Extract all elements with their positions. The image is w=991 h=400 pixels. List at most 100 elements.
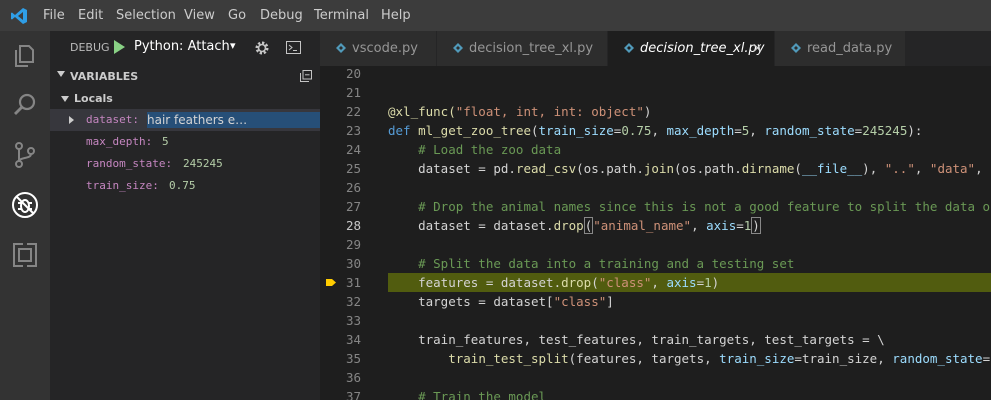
line-number[interactable]: 28 bbox=[320, 216, 361, 235]
locals-scope[interactable]: Locals bbox=[50, 88, 320, 110]
debug-sidebar: DEBUG Python: Attach ▾ VARIABLES Locals … bbox=[50, 31, 320, 400]
variable-value: 5 bbox=[162, 135, 169, 148]
explorer-icon[interactable] bbox=[11, 41, 39, 69]
debug-config-select[interactable]: Python: Attach bbox=[134, 39, 230, 54]
tab-label: vscode.py bbox=[352, 41, 418, 56]
code-token: join bbox=[643, 161, 674, 176]
collapse-all-icon[interactable] bbox=[300, 70, 312, 82]
line-number[interactable]: 23 bbox=[320, 121, 361, 140]
line-number[interactable]: 30 bbox=[320, 254, 361, 273]
chevron-down-icon[interactable]: ▾ bbox=[230, 39, 236, 52]
variable-row-random-state[interactable]: random_state: 245245 bbox=[50, 153, 320, 175]
menu-selection[interactable]: Selection bbox=[116, 8, 176, 23]
code-line[interactable]: 28 dataset = dataset.drop("animal_name",… bbox=[320, 216, 991, 235]
line-number[interactable]: 33 bbox=[320, 311, 361, 330]
chevron-right-icon[interactable] bbox=[69, 116, 74, 124]
code-token: train_features, test_features, train_tar… bbox=[388, 332, 885, 347]
code-token: ml_get_zoo_tree bbox=[418, 123, 531, 138]
current-execution-arrow-icon bbox=[326, 279, 336, 286]
line-number[interactable]: 25 bbox=[320, 159, 361, 178]
tab-label: decision_tree_xl.py bbox=[640, 41, 765, 56]
debug-icon[interactable] bbox=[11, 191, 39, 219]
code-token: , bbox=[651, 275, 667, 290]
code-line[interactable]: 31 features = dataset.drop("class", axis… bbox=[320, 273, 991, 292]
debug-console-icon[interactable] bbox=[286, 41, 301, 54]
menu-bar: File Edit Selection View Go Debug Termin… bbox=[0, 0, 991, 31]
line-number[interactable]: 37 bbox=[320, 387, 361, 400]
code-line[interactable]: 37 # Train the model bbox=[320, 387, 991, 400]
code-token: def bbox=[388, 123, 419, 138]
tab-vscode-py[interactable]: vscode.py bbox=[320, 31, 437, 66]
code-line[interactable]: 20 bbox=[320, 66, 991, 83]
code-token: , bbox=[975, 161, 983, 176]
code-line[interactable]: 27 # Drop the animal names since this is… bbox=[320, 197, 991, 216]
code-line[interactable]: 35 train_test_split(features, targets, t… bbox=[320, 349, 991, 368]
gear-icon[interactable] bbox=[254, 40, 270, 56]
variable-row-max-depth[interactable]: max_depth: 5 bbox=[50, 131, 320, 153]
code-line[interactable]: 34 train_features, test_features, train_… bbox=[320, 330, 991, 349]
line-number[interactable]: 35 bbox=[320, 349, 361, 368]
line-number[interactable]: 36 bbox=[320, 368, 361, 387]
python-file-icon bbox=[336, 43, 346, 53]
line-number[interactable]: 34 bbox=[320, 330, 361, 349]
code-line[interactable]: 26 bbox=[320, 178, 991, 197]
code-line[interactable]: 30 # Split the data into a training and … bbox=[320, 254, 991, 273]
line-number[interactable]: 21 bbox=[320, 83, 361, 102]
menu-edit[interactable]: Edit bbox=[78, 8, 103, 23]
code-line[interactable]: 24 # Load the zoo data bbox=[320, 140, 991, 159]
line-number[interactable]: 20 bbox=[320, 66, 361, 83]
code-editor[interactable]: 20 21 22 @xl_func("float, int, int: object"… bbox=[320, 66, 991, 400]
start-debugging-icon[interactable] bbox=[114, 40, 125, 54]
code-line[interactable]: 23 def ml_get_zoo_tree(train_size = 0.75, m… bbox=[320, 121, 991, 140]
line-number[interactable]: 29 bbox=[320, 235, 361, 254]
code-line[interactable]: 36 bbox=[320, 368, 991, 387]
code-token: train_size bbox=[538, 123, 614, 138]
code-line[interactable]: 33 bbox=[320, 311, 991, 330]
code-token: random_state bbox=[892, 351, 983, 366]
code-token: = bbox=[734, 123, 742, 138]
variables-section-title: VARIABLES bbox=[70, 70, 139, 83]
code-line[interactable]: 22 @xl_func("float, int, int: object") bbox=[320, 102, 991, 121]
variable-row-dataset[interactable]: dataset: hair feathers e… bbox=[50, 109, 320, 131]
source-control-icon[interactable] bbox=[11, 141, 39, 169]
code-token: random_state bbox=[764, 123, 855, 138]
variable-row-train-size[interactable]: train_size: 0.75 bbox=[50, 175, 320, 197]
code-line[interactable]: 29 bbox=[320, 235, 991, 254]
code-text: targets = dataset["class"] bbox=[388, 292, 614, 311]
line-number[interactable]: 26 bbox=[320, 178, 361, 197]
tab-label: decision_tree_xl.py bbox=[469, 41, 594, 56]
search-icon[interactable] bbox=[11, 91, 39, 119]
code-text: # Split the data into a training and a t… bbox=[388, 254, 794, 273]
code-token: axis bbox=[706, 218, 737, 233]
line-number[interactable]: 22 bbox=[320, 102, 361, 121]
code-token: drop bbox=[553, 218, 584, 233]
code-line[interactable]: 32 targets = dataset["class"] bbox=[320, 292, 991, 311]
variables-section-header[interactable]: VARIABLES bbox=[50, 65, 320, 87]
code-token: 0.75 bbox=[621, 123, 652, 138]
code-token: = bbox=[736, 218, 744, 233]
code-token: "animal_name" bbox=[593, 218, 692, 233]
debug-label: DEBUG bbox=[70, 41, 110, 54]
close-icon[interactable]: × bbox=[752, 41, 763, 56]
line-number[interactable]: 32 bbox=[320, 292, 361, 311]
tab-decision-tree-xl-py-active[interactable]: decision_tree_xl.py × bbox=[608, 31, 775, 66]
menu-help[interactable]: Help bbox=[381, 8, 411, 23]
tab-decision-tree-xl-py[interactable]: decision_tree_xl.py bbox=[437, 31, 608, 66]
menu-go[interactable]: Go bbox=[228, 8, 246, 23]
menu-debug[interactable]: Debug bbox=[260, 8, 303, 23]
menu-terminal[interactable]: Terminal bbox=[314, 8, 369, 23]
line-number[interactable]: 27 bbox=[320, 197, 361, 216]
extensions-icon[interactable] bbox=[11, 241, 39, 269]
code-line[interactable]: 21 bbox=[320, 83, 991, 102]
code-line[interactable]: 25 dataset = pd.read_csv(os.path.join(os… bbox=[320, 159, 991, 178]
menu-view[interactable]: View bbox=[184, 8, 215, 23]
code-text: train_test_split(features, targets, trai… bbox=[388, 349, 991, 368]
tab-read-data-py[interactable]: read_data.py bbox=[775, 31, 906, 66]
line-number[interactable]: 24 bbox=[320, 140, 361, 159]
code-token: , bbox=[914, 161, 930, 176]
variable-name: train_size: bbox=[86, 179, 159, 192]
code-token: dirname bbox=[741, 161, 795, 176]
code-token: train_test_split bbox=[448, 351, 569, 366]
menu-file[interactable]: File bbox=[43, 8, 65, 23]
code-token: , bbox=[691, 218, 707, 233]
